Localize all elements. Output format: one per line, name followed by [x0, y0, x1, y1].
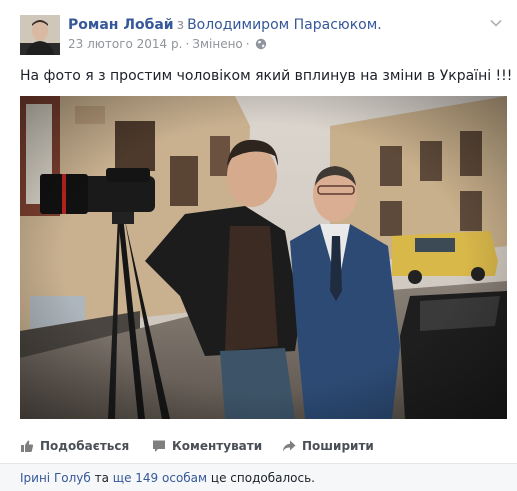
meta-separator: ·: [185, 37, 190, 51]
post-text: На фото я з простим чоловіком який вплин…: [20, 68, 513, 84]
post-actions: Подобається Коментувати Поширити: [20, 436, 500, 456]
likes-summary: Ірині Голуб та ще 149 особам це сподобал…: [0, 463, 517, 491]
comment-label: Коментувати: [172, 439, 263, 453]
author-line: Роман Лобай з Володимиром Парасюком.: [68, 17, 382, 34]
comment-icon: [153, 440, 165, 452]
author-avatar[interactable]: [20, 15, 60, 55]
share-icon: [282, 440, 296, 452]
post-meta: 23 лютого 2014 р. · Змінено ·: [68, 37, 267, 54]
likes-suffix: це сподобалось.: [210, 471, 315, 485]
other-likers-link[interactable]: ще 149 особам: [113, 471, 207, 485]
chevron-down-icon[interactable]: [488, 15, 504, 31]
like-button[interactable]: Подобається: [20, 436, 129, 456]
post-header: Роман Лобай з Володимиром Парасюком. 23 лю…: [20, 13, 510, 57]
share-button[interactable]: Поширити: [282, 436, 374, 456]
likes-text: Ірині Голуб та ще 149 особам це сподобал…: [20, 471, 315, 486]
post-photo[interactable]: [20, 96, 507, 419]
with-word: з: [176, 17, 185, 33]
likes-and-word: та: [94, 471, 109, 485]
edited-link[interactable]: Змінено: [192, 37, 243, 51]
comment-button[interactable]: Коментувати: [152, 436, 262, 456]
meta-separator-2: ·: [245, 37, 250, 51]
author-name-link[interactable]: Роман Лобай: [68, 17, 174, 33]
post-date-link[interactable]: 23 лютого 2014 р.: [68, 37, 182, 51]
tagged-person-link[interactable]: Володимиром Парасюком.: [187, 17, 382, 33]
like-label: Подобається: [40, 439, 130, 453]
post-card: Роман Лобай з Володимиром Парасюком. 23 лю…: [0, 0, 517, 491]
liker-name-link[interactable]: Ірині Голуб: [20, 471, 91, 485]
globe-icon[interactable]: [255, 38, 267, 54]
thumbs-up-icon: [21, 440, 34, 452]
share-label: Поширити: [302, 439, 374, 453]
